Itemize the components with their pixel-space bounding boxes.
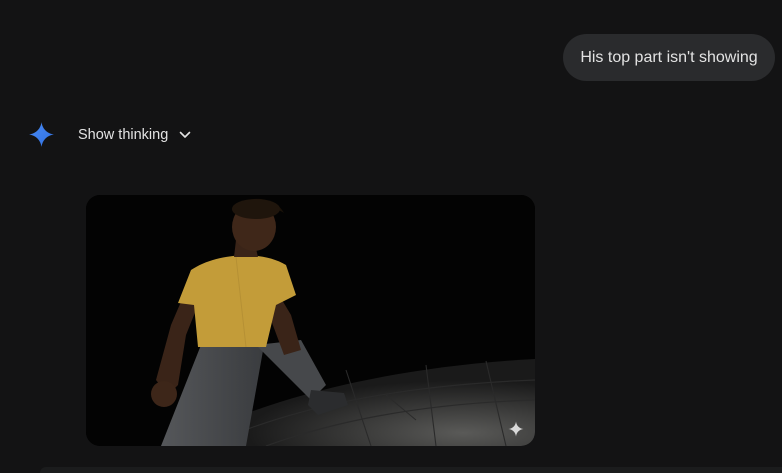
- user-message-bubble: His top part isn't showing: [563, 34, 775, 81]
- chat-page: His top part isn't showing Show thinking: [0, 0, 782, 473]
- gemini-sparkle-icon: [29, 122, 54, 147]
- show-thinking-toggle[interactable]: Show thinking: [78, 122, 192, 147]
- input-area-edge: [40, 467, 782, 473]
- generated-image[interactable]: [86, 195, 535, 446]
- sparkle-icon: [508, 421, 524, 437]
- man-walking-image: [86, 195, 535, 446]
- chevron-down-icon: [179, 131, 191, 138]
- show-thinking-label: Show thinking: [78, 126, 169, 143]
- user-message-text: His top part isn't showing: [580, 48, 758, 66]
